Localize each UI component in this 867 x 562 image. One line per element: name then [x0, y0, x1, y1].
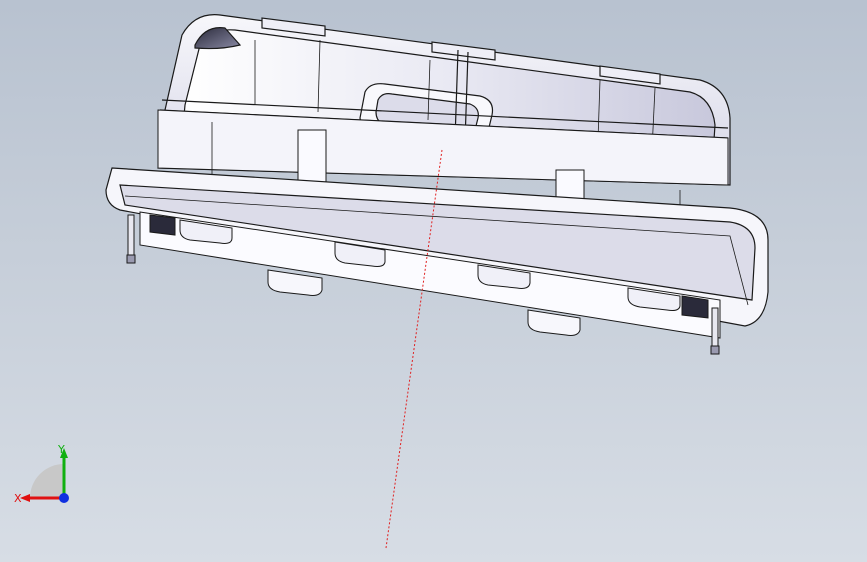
z-axis-dot-icon	[59, 493, 69, 503]
orientation-triad: Y X	[14, 443, 69, 505]
y-axis-label: Y	[57, 443, 65, 456]
graphics-viewport[interactable]: Y X	[0, 0, 867, 562]
triad-plane-icon	[30, 464, 64, 498]
part-model[interactable]	[0, 0, 867, 562]
x-axis-label: X	[14, 492, 22, 505]
